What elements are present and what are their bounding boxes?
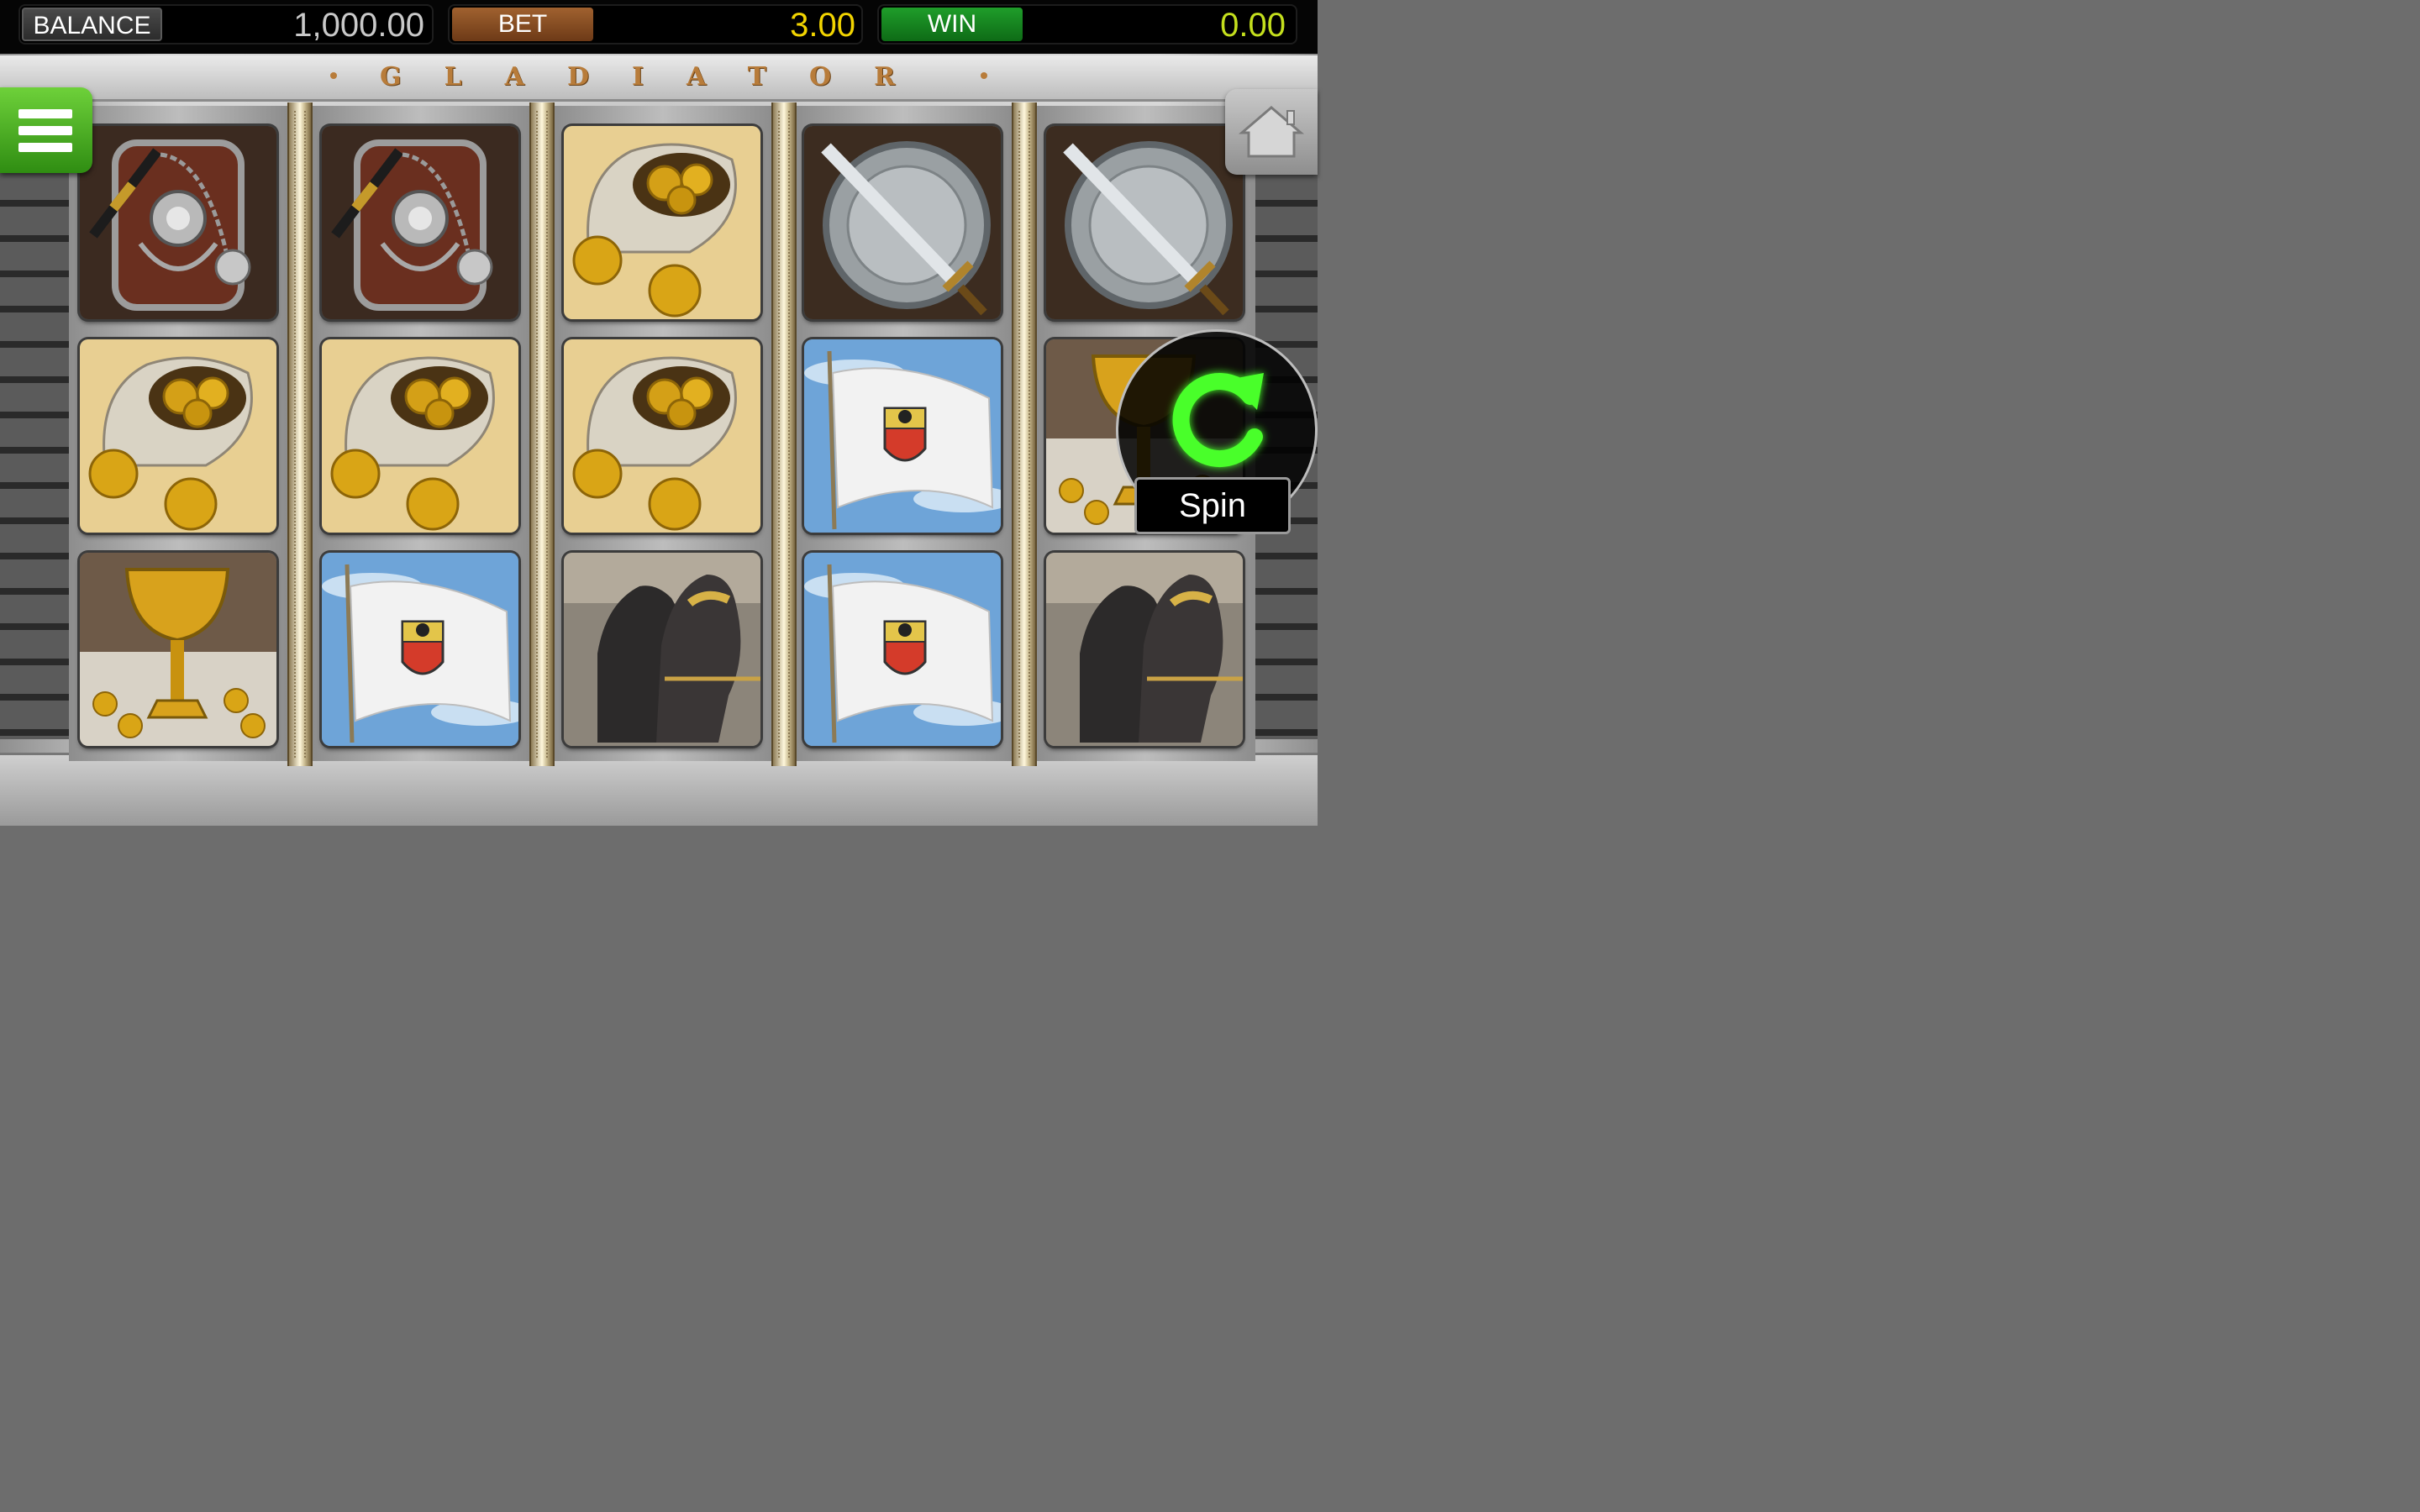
symbol-white-flag xyxy=(804,339,1001,533)
symbol-white-flag xyxy=(804,553,1001,746)
left-chain xyxy=(0,168,72,739)
reel-1 xyxy=(69,106,289,761)
stone-floor xyxy=(0,753,1318,826)
symbol-coin-bag xyxy=(564,126,760,319)
symbol-chariot-horses xyxy=(564,553,760,746)
home-icon xyxy=(1238,106,1305,158)
menu-button[interactable] xyxy=(0,87,92,173)
win-value: 0.00 xyxy=(1220,7,1286,44)
game-title: GLADIATOR xyxy=(379,62,939,92)
reel-pillar xyxy=(529,102,555,766)
symbol-white-flag xyxy=(322,553,518,746)
reel-3 xyxy=(553,106,773,761)
symbol-chariot-horses xyxy=(1046,553,1243,746)
spin-label[interactable]: Spin xyxy=(1134,477,1291,534)
reel-pillar xyxy=(1012,102,1037,766)
bet-value: 3.00 xyxy=(790,7,855,44)
symbol-shield-flail xyxy=(80,126,276,319)
balance-label: BALANCE xyxy=(22,8,162,41)
symbol-coin-bag xyxy=(80,339,276,533)
reel-pillar xyxy=(771,102,797,766)
bet-button[interactable]: BET xyxy=(452,8,593,41)
symbol-golden-chalice xyxy=(80,553,276,746)
symbol-coin-bag xyxy=(564,339,760,533)
home-button[interactable] xyxy=(1225,89,1318,175)
symbol-sword-shield xyxy=(804,126,1001,319)
symbol-shield-flail xyxy=(322,126,518,319)
reel-4 xyxy=(793,106,1013,761)
reel-2 xyxy=(311,106,531,761)
win-label: WIN xyxy=(881,8,1023,41)
balance-value: 1,000.00 xyxy=(293,7,424,44)
status-bar: BALANCE 1,000.00 BET 3.00 WIN 0.00 xyxy=(0,0,1318,54)
symbol-sword-shield xyxy=(1046,126,1243,319)
symbol-coin-bag xyxy=(322,339,518,533)
reel-pillar xyxy=(287,102,313,766)
